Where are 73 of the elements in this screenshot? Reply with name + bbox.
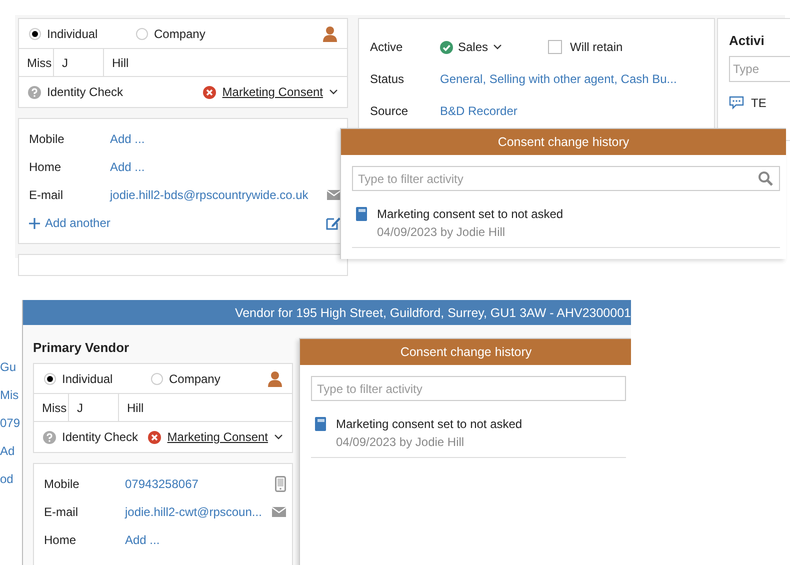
title-field[interactable]: Miss: [19, 49, 53, 76]
background-text: od: [0, 472, 14, 486]
person-icon: [268, 370, 282, 386]
consent-link[interactable]: Marketing Consent: [222, 85, 323, 99]
field-link[interactable]: B&D Recorder: [440, 104, 518, 118]
field-label: Source: [370, 104, 410, 118]
last-name-field[interactable]: Hill: [118, 394, 292, 421]
phone-icon[interactable]: [275, 476, 286, 492]
field-label: Status: [370, 72, 406, 86]
contact-label: Mobile: [44, 477, 80, 491]
radio-option[interactable]: Individual: [44, 372, 151, 386]
checkbox[interactable]: [548, 40, 562, 54]
field-link[interactable]: General, Selling with other agent, Cash Bu...: [440, 72, 677, 86]
contact-label: E-mail: [44, 505, 80, 519]
radio-option[interactable]: Company: [136, 26, 243, 40]
consent-link[interactable]: Marketing Consent: [167, 430, 268, 444]
contact-link[interactable]: 07943258067: [125, 477, 275, 491]
entry-text: Marketing consent set to not asked: [336, 417, 522, 431]
envelope-icon[interactable]: [327, 190, 341, 200]
radio-button[interactable]: [151, 372, 163, 384]
contact-label: Home: [29, 160, 62, 174]
first-name-field[interactable]: J: [53, 49, 103, 76]
entry-meta: 04/09/2023 by Jodie Hill: [377, 225, 506, 239]
error-icon: [203, 86, 216, 98]
person-icon: [323, 26, 337, 42]
checkbox-label: Will retain: [570, 40, 623, 54]
background-text: Mis: [0, 388, 20, 402]
search-icon[interactable]: [758, 171, 773, 186]
question-icon: [28, 86, 41, 98]
panel-title: Activi: [729, 33, 766, 48]
radio-button[interactable]: [136, 28, 148, 40]
first-name-field[interactable]: J: [68, 394, 118, 421]
chevron-down-icon[interactable]: [329, 89, 338, 95]
entry-meta: 04/09/2023 by Jodie Hill: [336, 435, 466, 449]
chevron-down-icon[interactable]: [493, 44, 502, 50]
background-text: Gu: [0, 360, 18, 374]
contact-label: Mobile: [29, 132, 66, 146]
contact-link[interactable]: jodie.hill2-bds@rpscountrywide.co.uk: [110, 188, 327, 202]
contact-link[interactable]: Add ...: [110, 132, 341, 146]
chat-icon: [729, 96, 744, 110]
title-field[interactable]: Miss: [34, 394, 68, 421]
book-icon: [356, 207, 367, 221]
activity-text: TE: [751, 96, 766, 110]
background-text: 079: [0, 416, 22, 430]
last-name-field[interactable]: Hill: [103, 49, 347, 76]
section-heading: Primary Vendor: [33, 340, 130, 355]
field-label: Active: [370, 40, 404, 54]
edit-icon[interactable]: [326, 216, 341, 230]
contact-link[interactable]: Add ...: [110, 160, 341, 174]
radio-option[interactable]: Company: [151, 372, 258, 386]
check-label: Identity Check: [47, 85, 124, 99]
book-icon: [315, 417, 326, 431]
popup-header: Consent change history: [341, 129, 786, 155]
radio-button[interactable]: [29, 28, 41, 40]
check-label: Identity Check: [62, 430, 138, 444]
contact-label: Home: [44, 533, 78, 547]
chevron-down-icon[interactable]: [274, 434, 283, 440]
envelope-icon[interactable]: [272, 507, 286, 517]
check-circle-icon: [440, 40, 453, 54]
status-dropdown[interactable]: Sales: [458, 40, 488, 54]
contact-link[interactable]: jodie.hill2-cwt@rpscoun...: [125, 505, 272, 519]
contact-link[interactable]: Add ...: [125, 533, 286, 547]
plus-icon: [29, 218, 40, 228]
radio-button[interactable]: [44, 372, 56, 384]
question-icon: [43, 430, 56, 444]
radio-option[interactable]: Individual: [29, 26, 136, 40]
background-text: Ad: [0, 444, 16, 458]
popup-header: Consent change history: [300, 339, 631, 365]
add-another-link[interactable]: Add another: [45, 216, 110, 230]
window-title: Vendor for 195 High Street, Guildford, Surrey, GU1 3AW - AHV2300001: [23, 300, 631, 325]
contact-label: E-mail: [29, 188, 64, 202]
entry-text: Marketing consent set to not asked: [377, 207, 564, 221]
error-icon: [148, 430, 162, 444]
